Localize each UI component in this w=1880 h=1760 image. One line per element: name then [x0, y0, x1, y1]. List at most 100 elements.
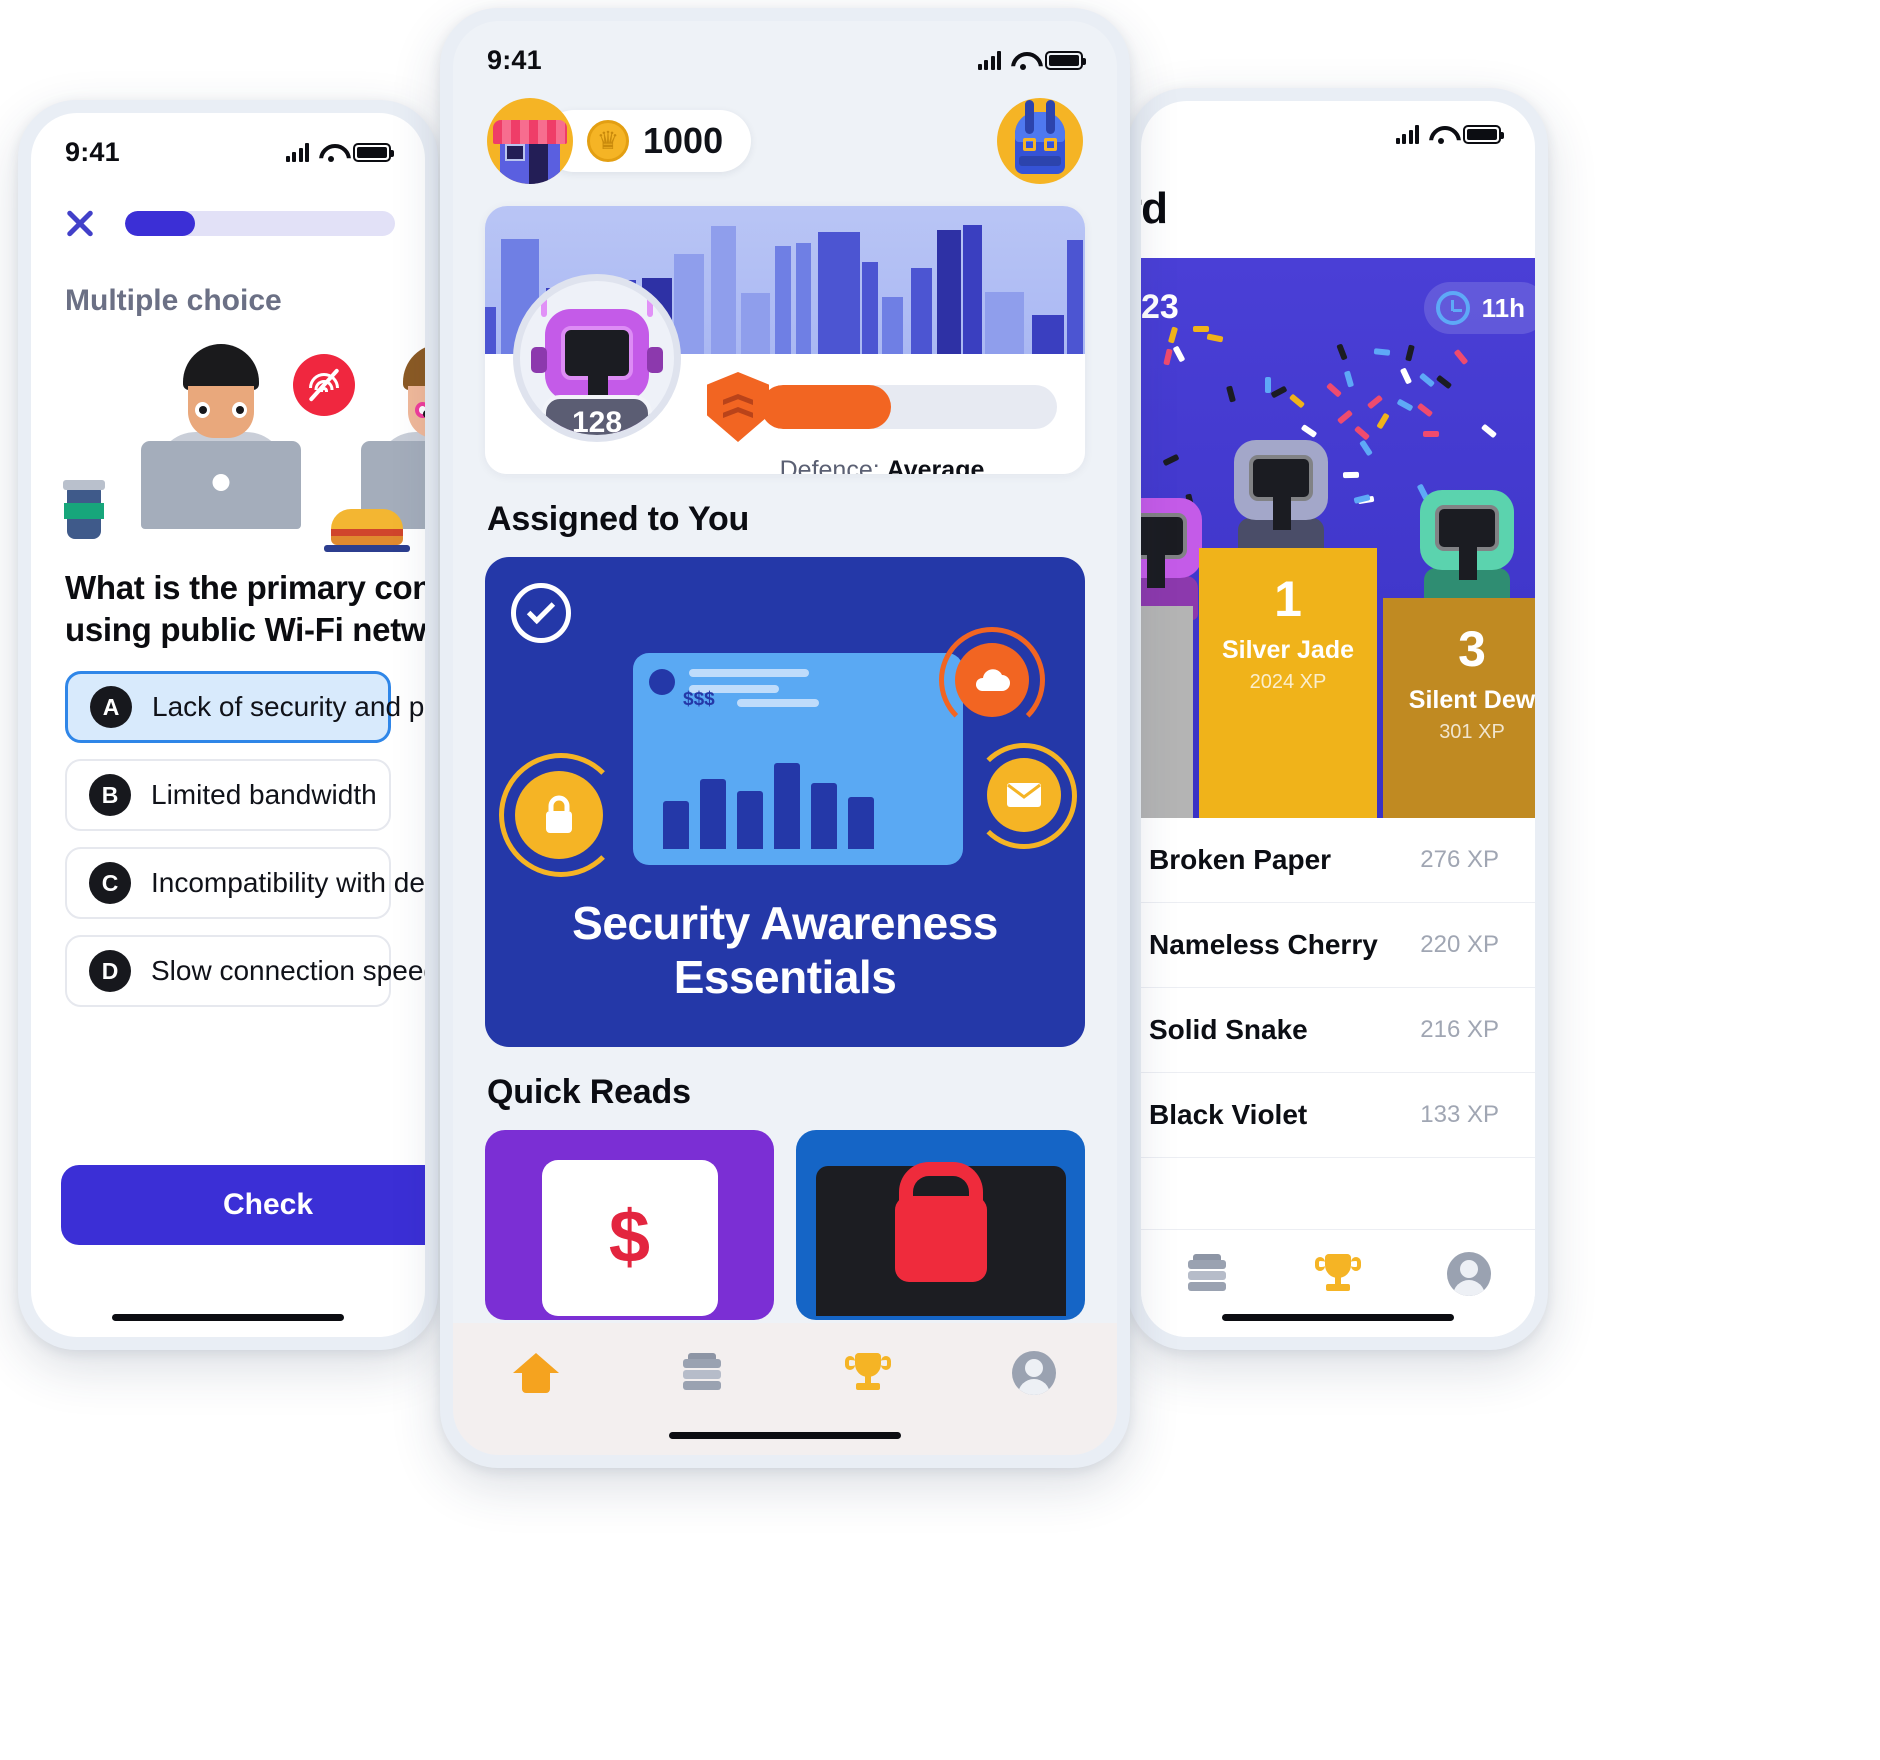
list-item-xp: 276 XP	[1420, 846, 1499, 874]
right-screen: erboard 23 11h	[1141, 101, 1535, 1337]
home-icon	[513, 1353, 559, 1393]
quiz-option-d[interactable]: D Slow connection speed	[65, 935, 391, 1007]
quiz-progress-bar	[125, 211, 395, 236]
assigned-course-card[interactable]: $$$ Security Awareness Essentials	[485, 557, 1085, 1047]
quiz-options-list: A Lack of security and privacy B Limited…	[31, 651, 425, 1007]
quick-reads-row: $	[453, 1112, 1117, 1320]
three-phone-mockup: 9:41 Multiple choice What is the primary…	[0, 0, 1880, 1760]
question-type-label: Multiple choice	[31, 242, 425, 318]
leaderboard-list: Broken Paper 276 XP Nameless Cherry 220 …	[1141, 818, 1535, 1158]
phone-center-home: 9:41 ♛ 1000 128 Defence: Average Assigne…	[440, 8, 1130, 1468]
option-text-d: Slow connection speed	[151, 955, 425, 987]
podium-robot-1	[1231, 440, 1331, 562]
table-row[interactable]: Solid Snake 216 XP	[1141, 988, 1535, 1073]
backpack-avatar-icon[interactable]	[997, 98, 1083, 184]
course-artwork: $$$	[485, 653, 1085, 903]
defence-bar	[707, 372, 1057, 442]
quiz-option-c[interactable]: C Incompatibility with devices	[65, 847, 391, 919]
books-icon	[679, 1353, 725, 1393]
podium-rank-3: 3	[1383, 598, 1535, 674]
table-row[interactable]: Broken Paper 276 XP	[1141, 818, 1535, 903]
lock-icon	[515, 771, 603, 859]
podium-name-2: W...	[1141, 694, 1193, 723]
player-hero-card: 128 Defence: Average	[485, 206, 1085, 474]
table-row[interactable]: Black Violet 133 XP	[1141, 1073, 1535, 1158]
tab-profile[interactable]	[1441, 1246, 1497, 1302]
list-item-xp: 216 XP	[1420, 1016, 1499, 1044]
coin-amount: 1000	[643, 120, 723, 162]
quiz-option-b[interactable]: B Limited bandwidth	[65, 759, 391, 831]
home-indicator	[669, 1432, 901, 1439]
left-status-time: 9:41	[65, 137, 120, 168]
quick-read-card-1[interactable]: $	[485, 1130, 774, 1320]
center-status-icons	[978, 51, 1084, 70]
signal-icon	[978, 51, 1002, 70]
red-lock-icon	[895, 1196, 987, 1282]
quiz-progress-fill	[125, 211, 195, 236]
table-row[interactable]: Nameless Cherry 220 XP	[1141, 903, 1535, 988]
tab-learn[interactable]	[674, 1345, 730, 1401]
course-title: Security Awareness Essentials	[485, 897, 1085, 1005]
shield-icon	[707, 372, 769, 442]
cloud-icon	[955, 643, 1029, 717]
leaderboard-podium-card: 23 11h 1 Silver Jade 2024 XP 3 Silent De…	[1141, 258, 1535, 818]
phone-right-leaderboard: erboard 23 11h	[1128, 88, 1548, 1350]
trophy-icon	[1316, 1252, 1360, 1296]
battery-icon	[353, 143, 391, 162]
user-icon	[1447, 1252, 1491, 1296]
coin-pill: ♛ 1000	[543, 110, 751, 172]
tab-profile[interactable]	[1006, 1345, 1062, 1401]
podium-xp-1: 2024 XP	[1199, 671, 1377, 694]
quick-reads-section-title: Quick Reads	[453, 1047, 1117, 1112]
list-item-xp: 220 XP	[1420, 931, 1499, 959]
podium-name-3: Silent Dew	[1383, 686, 1535, 715]
player-avatar[interactable]: 128	[513, 274, 681, 442]
dollar-arrow-icon: $	[609, 1194, 650, 1279]
right-status-icons	[1396, 125, 1502, 144]
defence-value: Average	[887, 456, 985, 474]
podium-place-1: 1 Silver Jade 2024 XP	[1199, 548, 1377, 818]
check-circle-icon	[511, 583, 571, 643]
close-icon[interactable]	[61, 204, 99, 242]
center-screen: 9:41 ♛ 1000 128 Defence: Average Assigne…	[453, 21, 1117, 1455]
wifi-icon	[1429, 126, 1453, 144]
tab-leaderboard[interactable]	[840, 1345, 896, 1401]
quick-read-card-2[interactable]	[796, 1130, 1085, 1320]
coin-counter[interactable]: ♛ 1000	[487, 98, 751, 184]
illustration-person-2	[361, 344, 425, 529]
podium-place-3: 3 Silent Dew 301 XP	[1383, 598, 1535, 818]
podium-rank-1: 1	[1199, 548, 1377, 624]
check-button[interactable]: Check	[61, 1165, 425, 1245]
question-text: What is the primary concern using public…	[31, 551, 425, 651]
bar-chart-illustration	[663, 763, 874, 849]
podium-xp-3: 301 XP	[1383, 721, 1535, 744]
shop-avatar-icon[interactable]	[487, 98, 573, 184]
phone-left-quiz: 9:41 Multiple choice What is the primary…	[18, 100, 438, 1350]
mail-icon	[987, 758, 1061, 832]
books-icon	[1184, 1254, 1230, 1294]
defence-fill	[761, 385, 891, 429]
timer-value: 11h	[1482, 293, 1525, 324]
wifi-icon	[1011, 52, 1035, 70]
burger-icon	[331, 509, 403, 543]
list-item-name: Nameless Cherry	[1149, 929, 1378, 961]
course-title-line-2: Essentials	[485, 951, 1085, 1005]
defence-label: Defence: Average	[707, 456, 1057, 474]
list-item-name: Black Violet	[1149, 1099, 1307, 1131]
podium-robot-3	[1417, 490, 1517, 612]
tab-learn[interactable]	[1179, 1246, 1235, 1302]
tab-home[interactable]	[508, 1345, 564, 1401]
center-status-time: 9:41	[487, 45, 542, 76]
player-level-badge: 128	[542, 395, 652, 442]
quiz-option-a[interactable]: A Lack of security and privacy	[65, 671, 391, 743]
option-key-d: D	[89, 950, 131, 992]
podium-place-2: 2 W...	[1141, 606, 1193, 818]
left-status-bar: 9:41	[31, 113, 425, 168]
battery-icon	[1045, 51, 1083, 70]
wifi-icon	[319, 144, 343, 162]
option-text-a: Lack of security and privacy	[152, 691, 425, 723]
center-status-bar: 9:41	[453, 21, 1117, 76]
coin-icon: ♛	[587, 120, 629, 162]
tab-leaderboard[interactable]	[1310, 1246, 1366, 1302]
list-item-name: Solid Snake	[1149, 1014, 1308, 1046]
